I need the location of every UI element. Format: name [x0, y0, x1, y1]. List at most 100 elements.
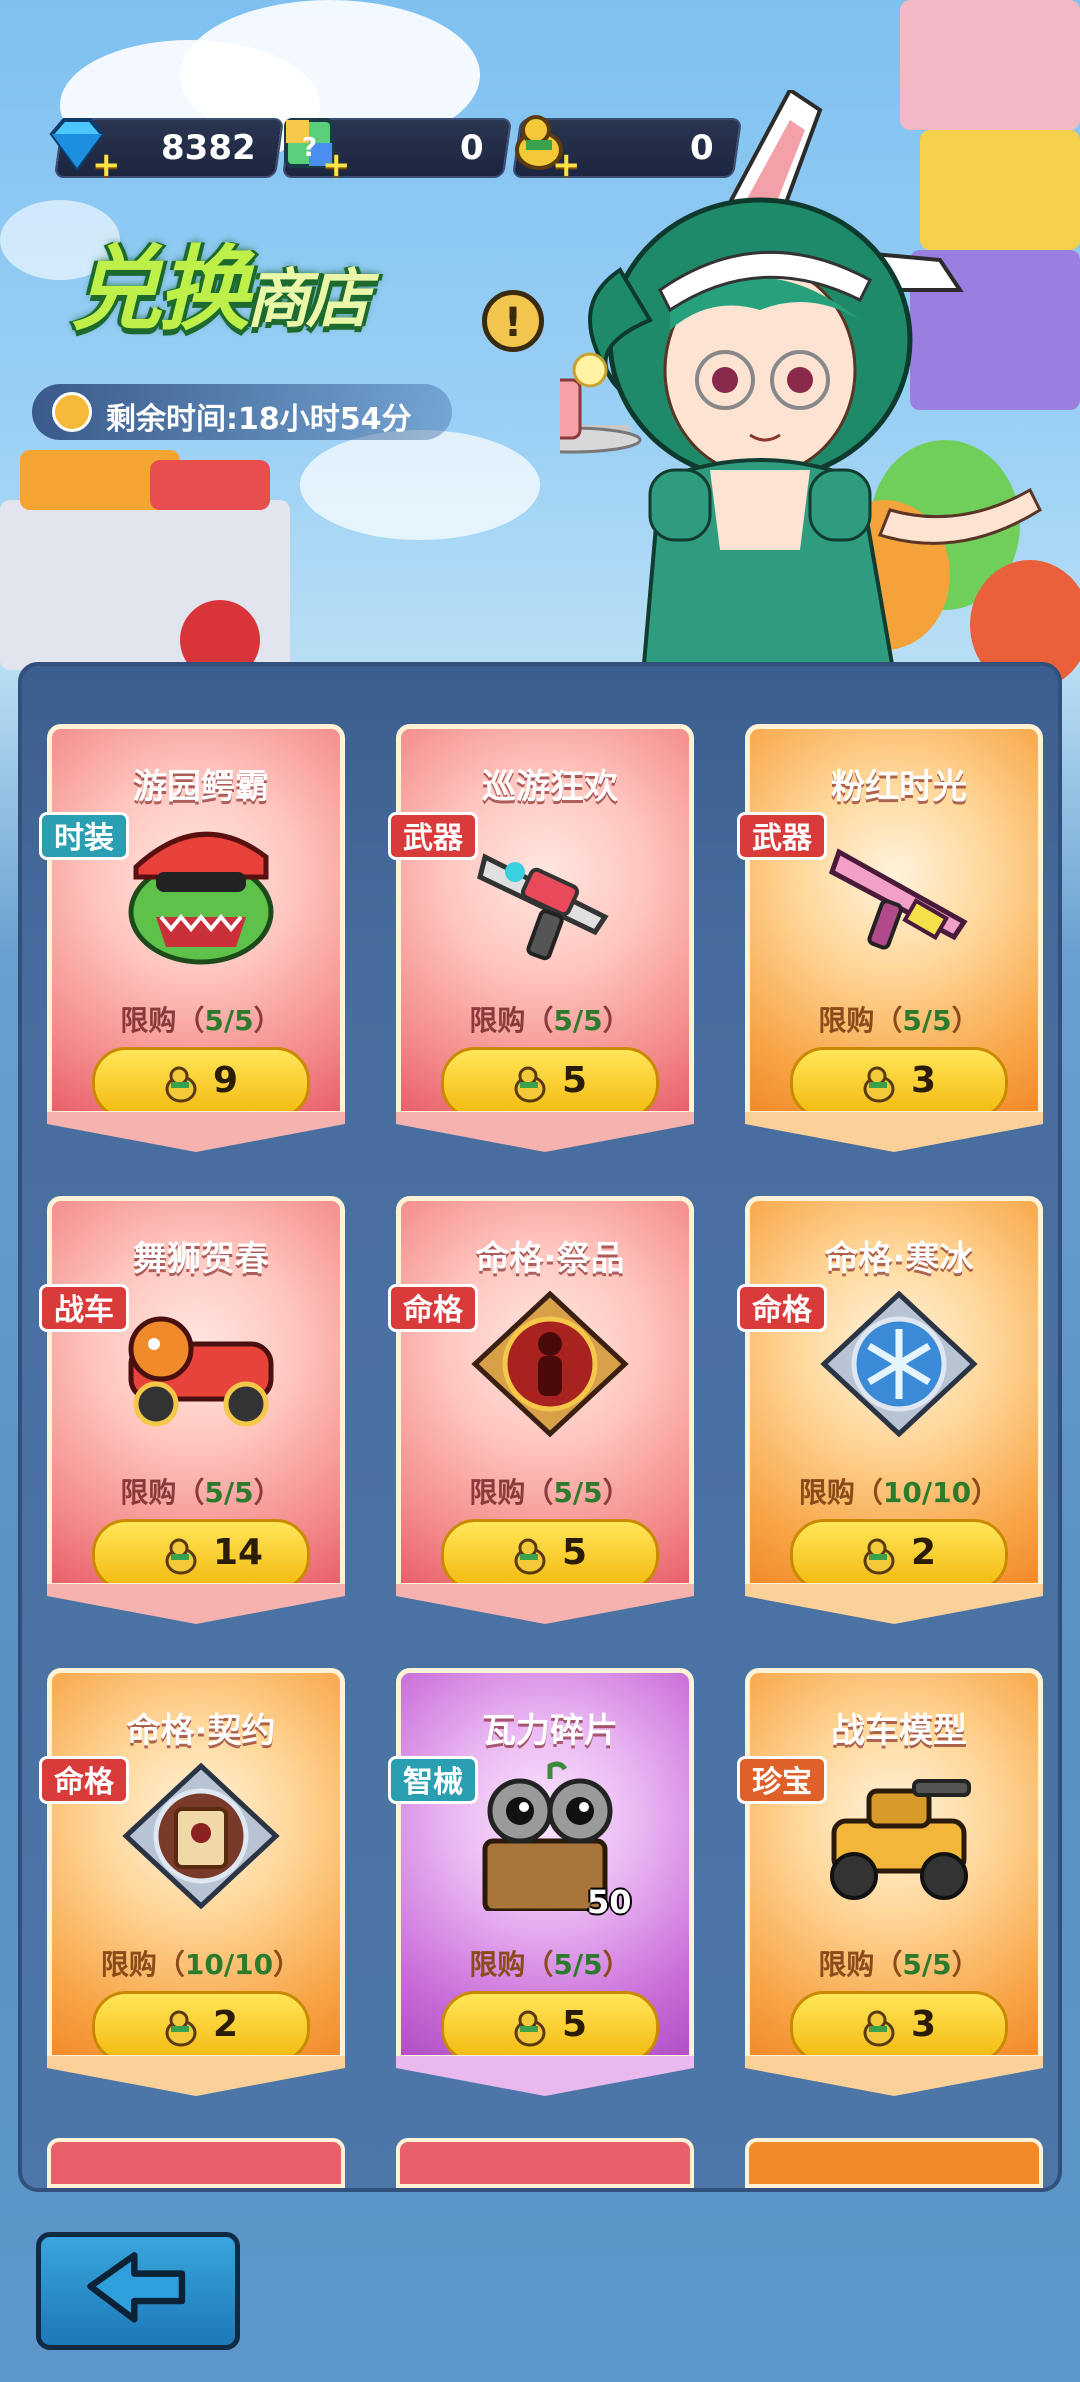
duck-coin-icon [514, 2010, 546, 2047]
buy-cost: 5 [562, 1060, 588, 1101]
contract-badge-icon [122, 1762, 280, 1910]
shop-item-card[interactable]: 粉红时光 限购（5/5） 3 武器 [737, 724, 1043, 1154]
limit-label: 限购 [120, 1476, 177, 1509]
item-category-tag: 智械 [388, 1756, 478, 1804]
ice-badge-icon [820, 1290, 978, 1438]
pink-gun-icon [828, 848, 968, 950]
shop-item-card-body: 粉红时光 限购（5/5） 3 [745, 724, 1043, 1116]
add-lucky-box-button[interactable]: + [322, 148, 351, 182]
shop-item-limit: 限购（5/5） [469, 1004, 631, 1037]
info-button[interactable]: ! [482, 290, 544, 352]
duck-coin-icon [514, 1066, 546, 1103]
shop-item-card-body: 舞狮贺春 限购（5/5） 14 [47, 1196, 345, 1588]
duck-coin-icon [863, 2010, 895, 2047]
shop-item-limit: 限购（5/5） [818, 1948, 980, 1981]
limit-count: 5/5 [553, 1948, 603, 1981]
buy-button[interactable]: 3 [790, 1991, 1008, 2055]
shop-item-card-partial[interactable] [396, 2138, 694, 2188]
shop-item-name: 粉红时光 [831, 767, 967, 807]
duck-coin-icon [165, 1538, 197, 1575]
limit-label: 限购 [818, 1948, 875, 1981]
limit-count: 5/5 [204, 1004, 254, 1037]
card-ribbon-tail [396, 1584, 694, 1624]
card-ribbon-tail [745, 2056, 1043, 2096]
buy-button[interactable]: 5 [441, 1519, 659, 1583]
item-category-tag: 命格 [388, 1284, 478, 1332]
duck-coin-icon [165, 2010, 197, 2047]
buy-cost: 2 [213, 2004, 239, 2045]
limit-label: 限购 [818, 1004, 875, 1037]
shop-item-card[interactable]: 命格·寒冰 限购（10/10） 2 命格 [737, 1196, 1043, 1626]
buy-button[interactable]: 14 [92, 1519, 310, 1583]
remaining-time: 剩余时间:18小时54分 [32, 384, 452, 440]
buy-cost: 3 [911, 2004, 937, 2045]
buy-button[interactable]: 2 [92, 1991, 310, 2055]
duck-coin-icon [863, 1538, 895, 1575]
add-duck-coin-button[interactable]: + [552, 148, 581, 182]
crocodile-costume-icon [128, 831, 274, 965]
shop-item-card-body: 命格·祭品 限购（5/5） 5 [396, 1196, 694, 1588]
back-arrow-icon [87, 2252, 186, 2323]
shop-item-card[interactable]: 巡游狂欢 限购（5/5） 5 武器 [388, 724, 694, 1154]
shop-item-card-body: 瓦力碎片 50 限购（5/5） 5 [396, 1668, 694, 2060]
duck-coin-icon [165, 1066, 197, 1103]
shop-item-limit: 限购（5/5） [469, 1948, 631, 1981]
tank-model-icon [830, 1779, 971, 1900]
limit-count: 10/10 [882, 1476, 972, 1509]
shop-item-card-body: 巡游狂欢 限购（5/5） 5 [396, 724, 694, 1116]
buy-button[interactable]: 3 [790, 1047, 1008, 1111]
buy-button[interactable]: 5 [441, 1991, 659, 2055]
card-ribbon-tail [396, 1112, 694, 1152]
shop-item-limit: 限购（5/5） [469, 1476, 631, 1509]
item-category-tag: 武器 [388, 812, 478, 860]
buy-button[interactable]: 9 [92, 1047, 310, 1111]
shop-item-name: 舞狮贺春 [133, 1239, 269, 1279]
remaining-time-text: 剩余时间:18小时54分 [106, 402, 412, 437]
limit-count: 5/5 [553, 1476, 603, 1509]
shop-item-card[interactable]: 舞狮贺春 限购（5/5） 14 战车 [39, 1196, 345, 1626]
buy-cost: 2 [911, 1532, 937, 1573]
shop-item-limit: 限购（5/5） [120, 1004, 282, 1037]
buy-cost: 9 [213, 1060, 239, 1101]
card-ribbon-tail [745, 1112, 1043, 1152]
item-category-tag: 命格 [39, 1756, 129, 1804]
buy-cost: 5 [562, 2004, 588, 2045]
buy-cost: 5 [562, 1532, 588, 1573]
shop-item-name: 巡游狂欢 [482, 767, 618, 807]
card-ribbon-tail [47, 1584, 345, 1624]
shop-item-card[interactable]: 命格·祭品 限购（5/5） 5 命格 [388, 1196, 694, 1626]
limit-label: 限购 [798, 1476, 855, 1509]
item-category-tag: 珍宝 [737, 1756, 827, 1804]
card-ribbon-tail [47, 2056, 345, 2096]
limit-count: 5/5 [553, 1004, 603, 1037]
limit-count: 5/5 [902, 1948, 952, 1981]
shop-item-name: 命格·契约 [126, 1711, 276, 1751]
back-button[interactable] [36, 2232, 240, 2350]
buy-button[interactable]: 5 [441, 1047, 659, 1111]
add-diamonds-button[interactable]: + [92, 148, 121, 182]
shop-item-card[interactable]: 游园鳄霸 限购（5/5） 9 时装 [39, 724, 345, 1154]
page-title-main: 兑换 [70, 236, 250, 343]
currency-lucky-box-value: 0 [460, 128, 484, 168]
duck-coin-icon [514, 1538, 546, 1575]
buy-button[interactable]: 2 [790, 1519, 1008, 1583]
bunny-maid-character [560, 90, 1042, 710]
shop-item-card-partial[interactable] [47, 2138, 345, 2188]
item-category-tag: 命格 [737, 1284, 827, 1332]
shop-item-limit: 限购（5/5） [120, 1476, 282, 1509]
shop-item-name: 瓦力碎片 [482, 1711, 618, 1751]
shop-item-limit: 限购（5/5） [818, 1004, 980, 1037]
shop-item-limit: 限购（10/10） [798, 1476, 1000, 1509]
duck-coin-icon [863, 1066, 895, 1103]
shop-item-card-partial[interactable] [745, 2138, 1043, 2188]
shop-item-card-body: 命格·寒冰 限购（10/10） 2 [745, 1196, 1043, 1588]
shop-item-card[interactable]: 瓦力碎片 50 限购（5/5） 5 智械 [388, 1668, 694, 2098]
shop-item-limit: 限购（10/10） [100, 1948, 302, 1981]
shop-item-name: 命格·寒冰 [824, 1239, 974, 1279]
card-ribbon-tail [745, 1584, 1043, 1624]
limit-label: 限购 [469, 1948, 526, 1981]
cloud [300, 430, 540, 540]
shop-item-card[interactable]: 战车模型 限购（5/5） 3 珍宝 [737, 1668, 1043, 2098]
shop-item-card[interactable]: 命格·契约 限购（10/10） 2 命格 [39, 1668, 345, 2098]
shop-item-card-body: 游园鳄霸 限购（5/5） 9 [47, 724, 345, 1116]
